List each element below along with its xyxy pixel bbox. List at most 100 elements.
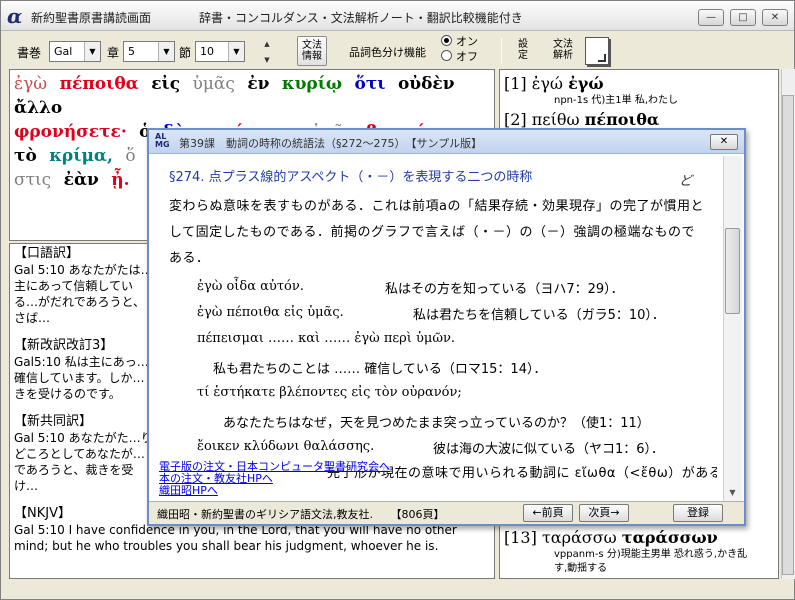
analysis-info: vppanm-s 分)現能主男単 恐れ惑う,かき乱す,動揺する bbox=[554, 549, 748, 574]
book-label: 書巻 bbox=[17, 46, 42, 60]
popup-title: 第39課 動詞の時称の統語法（§272～275） 【サンプル版】 bbox=[179, 137, 483, 150]
radio-checked-icon bbox=[441, 35, 452, 46]
status-bar bbox=[1, 581, 794, 599]
verse-label: 節 bbox=[179, 46, 192, 60]
analysis-form: πείθω bbox=[531, 110, 580, 129]
greek-word[interactable]: πέποιθα bbox=[60, 74, 139, 94]
greek-word[interactable]: κυρίῳ bbox=[282, 74, 342, 94]
author-homepage-link[interactable]: 織田昭HPへ bbox=[159, 485, 218, 496]
chevron-down-icon: ▼ bbox=[158, 42, 174, 61]
analysis-lemma: πέποιθα bbox=[584, 110, 660, 129]
source-citation: 織田昭・新約聖書のギリシア語文法,教友社. 【806頁】 bbox=[157, 508, 445, 521]
grammar-info-label-2: 情報 bbox=[302, 51, 322, 62]
greek-word[interactable]: ὅ bbox=[125, 146, 135, 166]
popup-close-button[interactable]: ✕ bbox=[710, 134, 738, 150]
popup-scroll-thumb[interactable] bbox=[725, 228, 740, 314]
page-number: 【806頁】 bbox=[390, 508, 445, 521]
greek-word[interactable]: φρονήσετε· bbox=[14, 122, 127, 142]
verse-select[interactable]: 10 ▼ bbox=[195, 41, 245, 62]
greek-word[interactable]: ἐὰν bbox=[64, 170, 99, 190]
example-translation: 私はその方を知っている（ヨハ7：29）． bbox=[385, 282, 624, 297]
minimize-button[interactable]: — bbox=[698, 9, 724, 26]
greek-word[interactable]: ἐγὼ bbox=[14, 74, 47, 94]
analysis-number: [13] bbox=[504, 528, 537, 547]
greek-word[interactable]: κρίμα, bbox=[49, 146, 113, 166]
analysis-item[interactable]: [1] ἐγώ ἐγώ npn-1s 代)主1単 私,わたし bbox=[504, 74, 762, 108]
book-select[interactable]: Gal ▼ bbox=[49, 41, 101, 62]
analysis-form: ἐγώ bbox=[531, 74, 563, 93]
toolbar: 書巻 Gal ▼ 章 5 ▼ 節 10 ▼ ▲ ▼ 文法 情報 品詞色分け機能 … bbox=[1, 32, 794, 70]
greek-word[interactable]: εἰς bbox=[151, 74, 180, 94]
example-greek: ἐγὼ οἶδα αὐτόν. bbox=[197, 279, 304, 294]
example-translation: 彼は海の大波に似ている（ヤコ1：6）． bbox=[433, 442, 665, 457]
toolbar-separator bbox=[501, 38, 502, 64]
example-greek: ἔοικεν κλύδωνι θαλάσσης. bbox=[197, 439, 375, 454]
chapter-label: 章 bbox=[107, 46, 120, 60]
order-electronic-link[interactable]: 電子版の注文・日本コンピュータ聖書研究会へ bbox=[159, 461, 390, 472]
section-heading: §274. 点プラス線的アスペクト（・－）を表現する二つの時称 bbox=[169, 170, 533, 185]
app-logo: α bbox=[7, 4, 23, 28]
pos-color-on-radio[interactable]: オン bbox=[441, 34, 478, 49]
analysis-form: ταράσσω bbox=[541, 528, 617, 547]
grammar-popup-window: AL MG 第39課 動詞の時称の統語法（§272～275） 【サンプル版】 ✕… bbox=[147, 128, 746, 526]
register-button[interactable]: 登録 bbox=[673, 504, 723, 522]
next-page-button[interactable]: 次頁→ bbox=[579, 504, 629, 522]
spin-down-icon[interactable]: ▼ bbox=[261, 54, 273, 66]
title-bar: α 新約聖書原書講読画面 辞書・コンコルダンス・文法解析ノート・翻訳比較機能付き… bbox=[1, 1, 794, 31]
close-button[interactable]: ✕ bbox=[762, 9, 788, 26]
greek-line-1: ἐγὼ πέποιθα εἰς ὑμᾶς ἐν κυρίῳ ὅτι οὐδὲν … bbox=[14, 72, 492, 120]
analysis-number: [2] bbox=[504, 110, 527, 129]
app-title: 新約聖書原書講読画面 bbox=[31, 11, 152, 25]
example-greek: πέπεισμαι …… καὶ …… ἐγὼ περὶ ὑμῶν. bbox=[197, 331, 456, 346]
scroll-down-icon[interactable]: ▼ bbox=[723, 485, 742, 501]
greek-word[interactable]: ᾖ. bbox=[111, 170, 129, 190]
greek-word[interactable]: τὸ bbox=[14, 146, 37, 166]
example-translation: 私も君たちのことは …… 確信している（ロマ15：14）． bbox=[213, 362, 547, 377]
chevron-down-icon: ▼ bbox=[84, 42, 100, 61]
analysis-scroll-thumb[interactable] bbox=[782, 95, 794, 575]
order-book-link[interactable]: 本の注文・教友社HPへ bbox=[159, 473, 273, 484]
settings-button[interactable]: 設 定 bbox=[511, 39, 535, 65]
analysis-lemma: ἐγώ bbox=[568, 74, 604, 93]
popup-content[interactable]: §274. 点プラス線的アスペクト（・－）を表現する二つの時称 ど 変わらぬ意味… bbox=[157, 156, 717, 501]
app-subtitle: 辞書・コンコルダンス・文法解析ノート・翻訳比較機能付き bbox=[199, 11, 523, 25]
handwritten-note: ど bbox=[679, 174, 693, 189]
popup-scrollbar[interactable] bbox=[723, 156, 742, 501]
chapter-select[interactable]: 5 ▼ bbox=[123, 41, 175, 62]
example-1: ἐγὼ οἶδα αὐτόν. bbox=[197, 276, 304, 298]
greek-word[interactable]: ὑμᾶς bbox=[193, 74, 235, 94]
analysis-info: npn-1s 代)主1単 私,わたし bbox=[554, 95, 679, 106]
example-greek: ἐγὼ πέποιθα εἰς ὑμᾶς. bbox=[197, 305, 344, 320]
example-3: πέπεισμαι …… καὶ …… ἐγὼ περὶ ὑμῶν. bbox=[197, 328, 455, 350]
grammar-info-button[interactable]: 文法 情報 bbox=[297, 36, 327, 66]
verse-spinner[interactable]: ▲ ▼ bbox=[261, 38, 273, 66]
greek-word[interactable]: ὅτι bbox=[355, 74, 386, 94]
greek-word[interactable]: ἐν bbox=[247, 74, 269, 94]
example-4: τί ἑστήκατε βλέποντες εἰς τὸν οὐρανόν; bbox=[197, 382, 462, 404]
analysis-item[interactable]: [13] ταράσσω ταράσσων vppanm-s 分)現能主男単 恐… bbox=[504, 528, 762, 576]
maximize-button[interactable]: □ bbox=[730, 9, 756, 26]
chevron-down-icon: ▼ bbox=[228, 42, 244, 61]
pos-color-off-radio[interactable]: オフ bbox=[441, 49, 478, 64]
prev-page-button[interactable]: ←前頁 bbox=[523, 504, 573, 522]
verse-value: 10 bbox=[200, 45, 214, 58]
pos-color-radio-group: オン オフ bbox=[441, 34, 478, 64]
grammar-info-label-1: 文法 bbox=[302, 40, 322, 51]
analysis-lemma: ταράσσων bbox=[621, 528, 718, 547]
chapter-value: 5 bbox=[128, 45, 135, 58]
greek-word[interactable]: οὐδὲν bbox=[398, 74, 455, 94]
grammar-analysis-button[interactable]: 文法 解析 bbox=[547, 39, 579, 65]
spin-up-icon[interactable]: ▲ bbox=[261, 38, 273, 50]
greek-word[interactable]: ἄλλο bbox=[14, 98, 62, 118]
greek-word[interactable]: στις bbox=[14, 170, 51, 190]
translation-text: Gal 5:10 あなたがたは…主にあって信頼している…がだれであろうと、さば… bbox=[14, 263, 153, 325]
translation-text: Gal 5:10 I have confidence in you, in th… bbox=[14, 523, 457, 553]
notebook-icon[interactable] bbox=[585, 37, 609, 65]
analysis-item[interactable]: [2] πείθω πέποιθα bbox=[504, 110, 762, 130]
book-value: Gal bbox=[54, 45, 73, 58]
example-2: ἐγὼ πέποιθα εἰς ὑμᾶς. bbox=[197, 302, 344, 324]
translation-text: Gal5:10 私は主にあっ…確信しています。しか…きを受けるのです。 bbox=[14, 355, 149, 401]
example-translation: あなたたちはなぜ，天を見つめたまま突っ立っているのか？（使1：11） bbox=[223, 416, 650, 431]
example-greek: τί ἑστήκατε βλέποντες εἰς τὸν οὐρανόν; bbox=[197, 385, 462, 400]
popup-title-bar: AL MG 第39課 動詞の時称の統語法（§272～275） 【サンプル版】 ✕ bbox=[149, 130, 744, 154]
